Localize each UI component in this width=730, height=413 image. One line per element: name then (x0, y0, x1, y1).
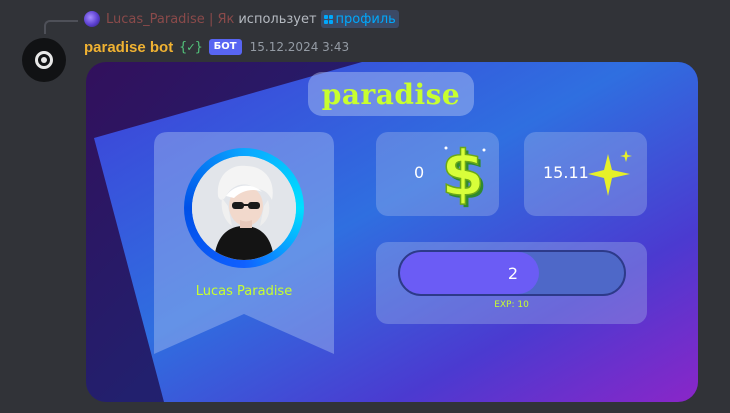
reply-command[interactable]: профиль (320, 10, 399, 28)
exp-label: EXP: 10 (494, 300, 529, 310)
level-progress-bar: 2 (398, 250, 626, 296)
bot-name[interactable]: paradise bot (84, 39, 173, 56)
verified-mark: {✓} (179, 39, 203, 55)
level-value: 2 (507, 263, 519, 283)
card-title: paradise (321, 77, 461, 111)
slash-command-icon (323, 14, 333, 24)
reply-context[interactable]: Lucas_Paradise | Як использует профиль (84, 10, 399, 28)
money-stat: 0 $ $ (376, 132, 499, 216)
title-pill: paradise (308, 72, 474, 116)
stars-stat: 15.11 (524, 132, 647, 216)
reply-command-label: профиль (335, 11, 396, 27)
reply-connector (44, 20, 78, 34)
reply-author[interactable]: Lucas_Paradise | Як (106, 12, 234, 27)
reply-avatar[interactable] (84, 11, 100, 27)
reply-action-text: использует (238, 11, 317, 27)
level-panel: 2 EXP: 10 (376, 242, 647, 324)
user-name: Lucas Paradise (195, 284, 293, 299)
money-value: 0 (414, 163, 425, 182)
message-header: paradise bot {✓} БОТ 15.12.2024 3:43 (84, 36, 349, 58)
user-avatar-art (192, 156, 296, 260)
bot-avatar-logo (35, 51, 53, 69)
bot-tag: БОТ (208, 39, 242, 55)
bot-avatar[interactable] (22, 38, 66, 82)
profile-card[interactable]: paradise Lucas Paradise 0 $ $ 15.11 2 EX… (86, 62, 698, 402)
user-avatar[interactable] (192, 156, 296, 260)
avatar-ring (184, 148, 304, 268)
dollar-sign-icon: $ $ (441, 140, 488, 208)
message-timestamp[interactable]: 15.12.2024 3:43 (250, 40, 349, 54)
svg-text:$: $ (441, 140, 484, 208)
sparkle-star-icon (588, 150, 632, 196)
stars-value: 15.11 (543, 163, 589, 182)
